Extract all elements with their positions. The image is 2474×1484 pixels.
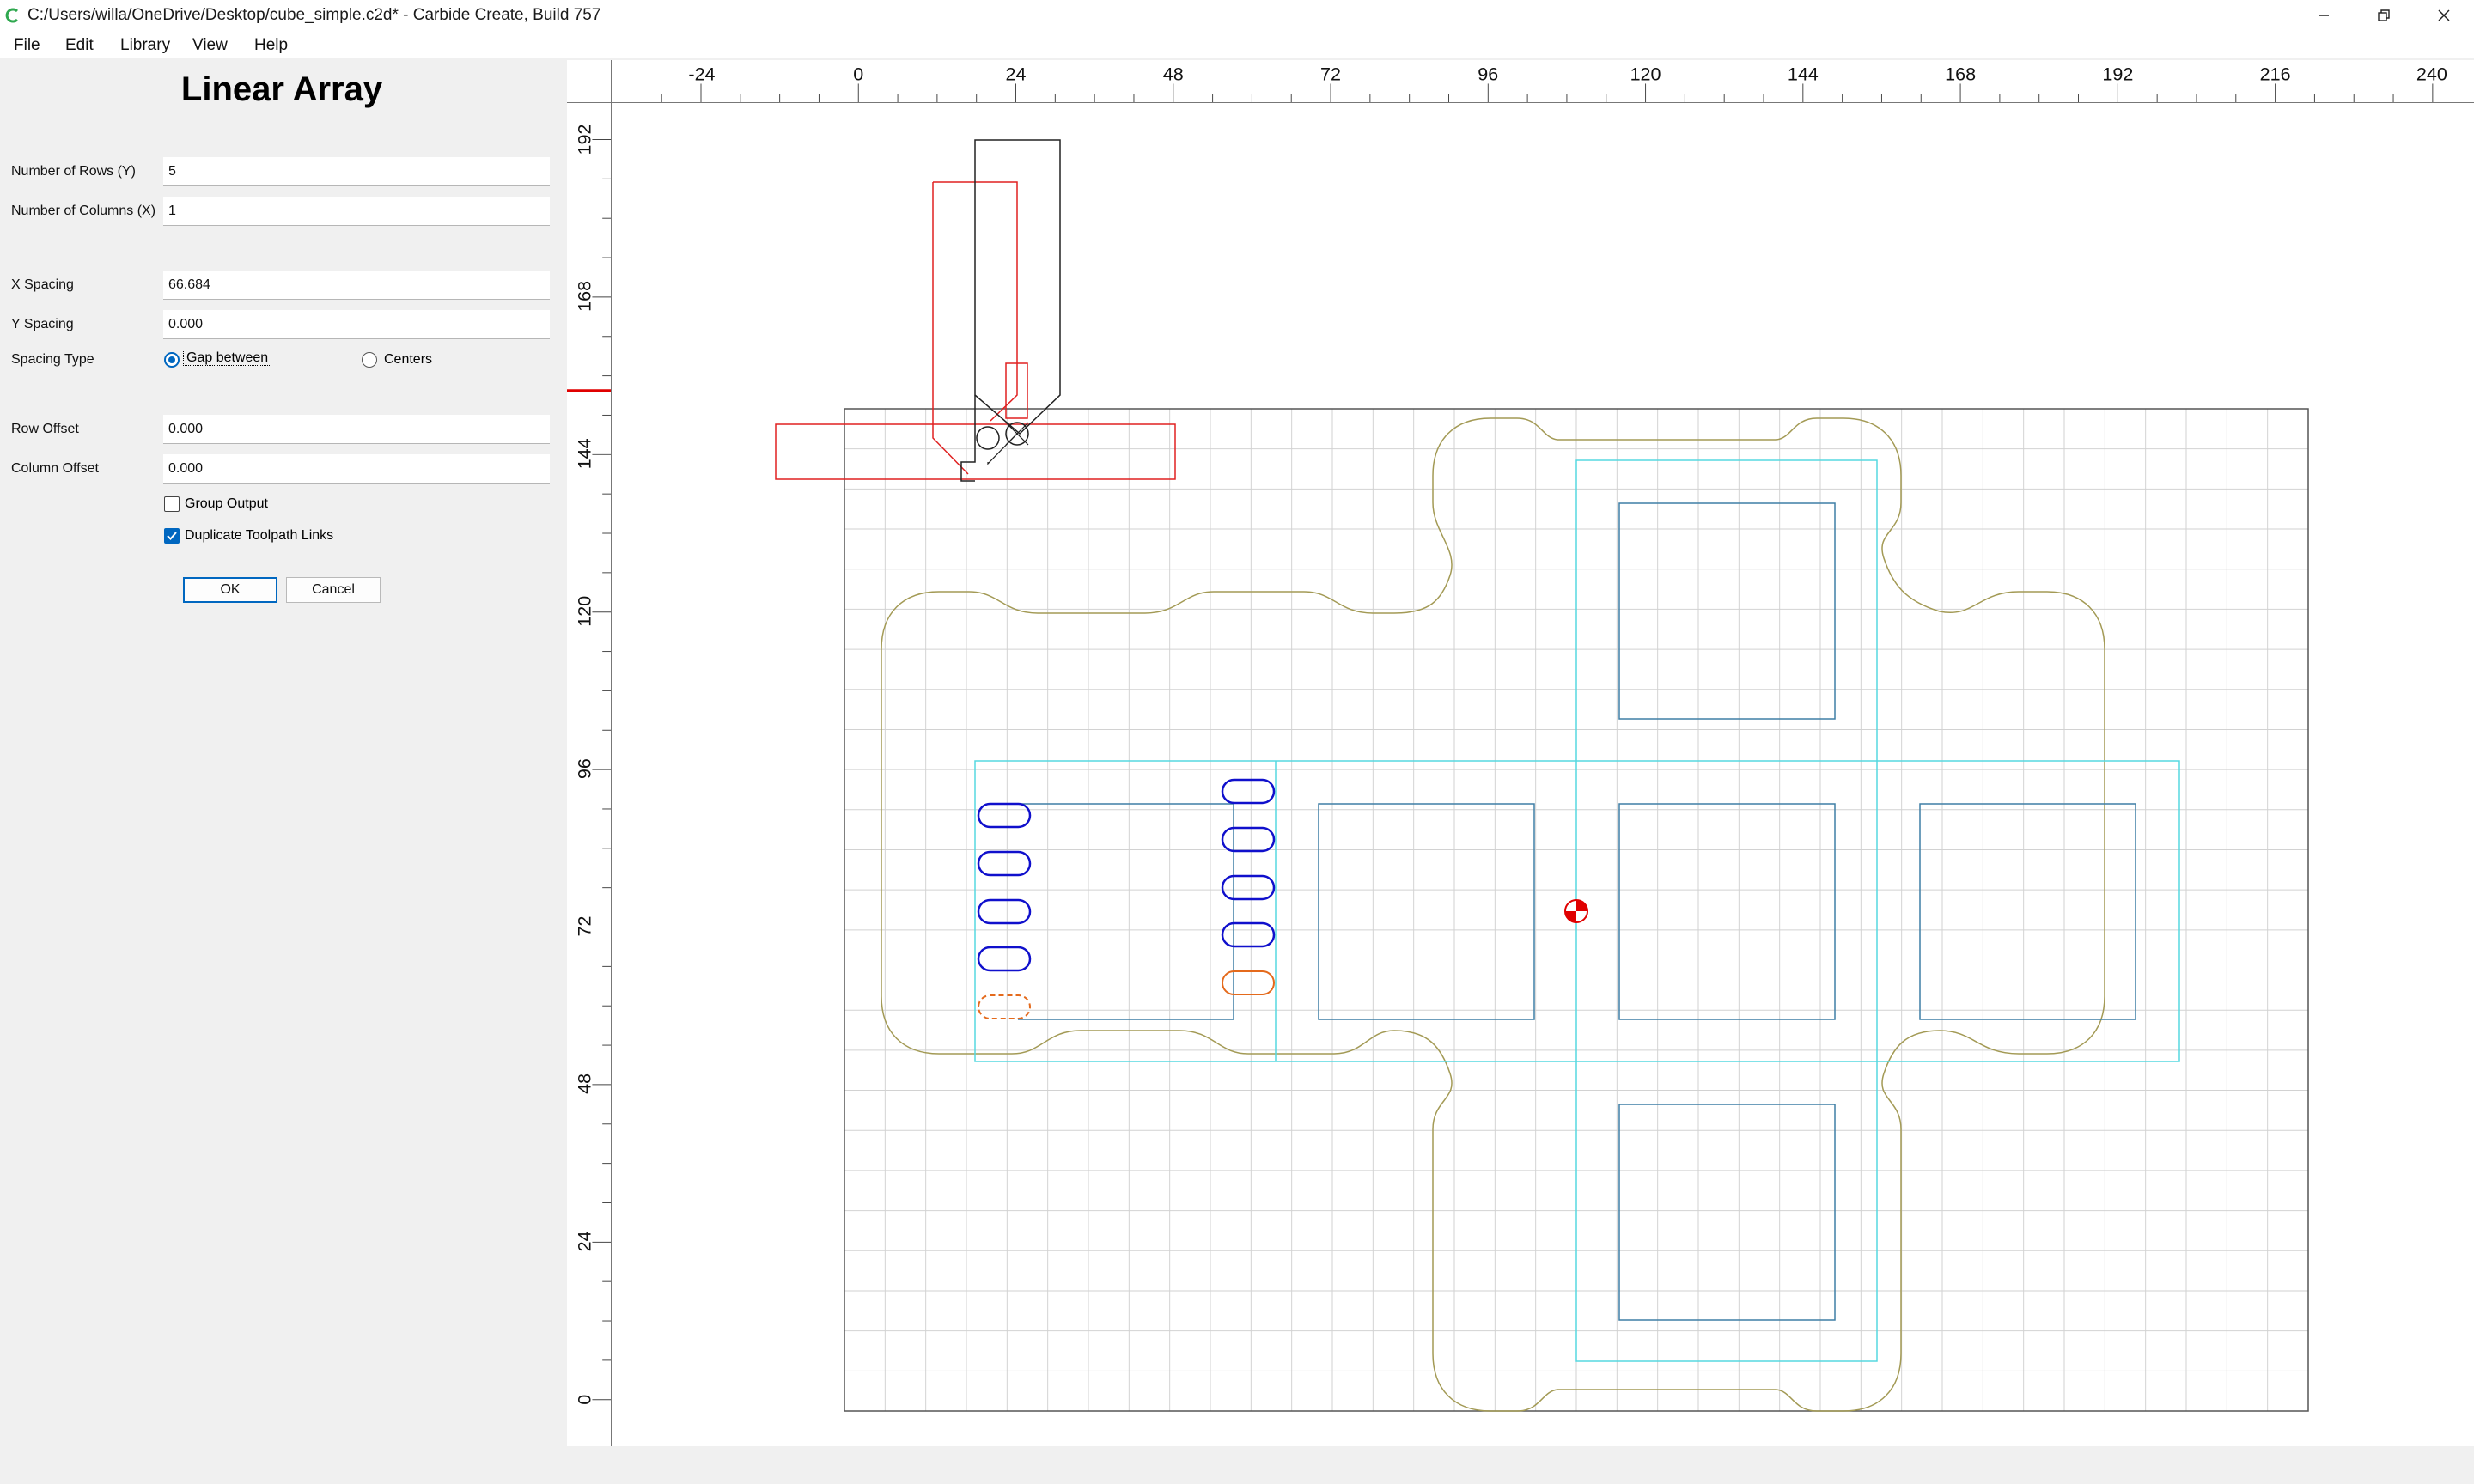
column-offset-label: Column Offset	[11, 461, 99, 476]
menu-view[interactable]: View	[187, 34, 233, 57]
slot[interactable]	[977, 946, 1032, 972]
slot[interactable]	[1221, 826, 1276, 853]
minimize-icon	[2319, 15, 2329, 16]
v-ruler-label: 120	[573, 596, 594, 627]
restore-icon	[2378, 9, 2390, 21]
columns-input[interactable]	[163, 197, 550, 226]
face-square-top	[1618, 502, 1836, 720]
slot-highlight[interactable]	[1222, 970, 1275, 995]
h-ruler-label: 192	[2102, 64, 2133, 85]
h-ruler-label: 144	[1788, 64, 1819, 85]
ruler-corner	[567, 60, 612, 103]
y-spacing-input[interactable]	[163, 310, 550, 339]
h-ruler-label: 96	[1478, 64, 1498, 85]
duplicate-toolpath-links-label[interactable]: Duplicate Toolpath Links	[185, 528, 333, 544]
minimize-button[interactable]	[2294, 0, 2354, 31]
face-square-right	[1919, 803, 2136, 1020]
checkmark-icon	[167, 532, 177, 540]
h-ruler-label: 48	[1163, 64, 1184, 85]
center-marker-icon[interactable]	[1564, 899, 1588, 923]
row-offset-label: Row Offset	[11, 422, 79, 436]
h-ruler-label: 0	[853, 64, 863, 85]
group-output-checkbox[interactable]	[164, 496, 180, 512]
slot[interactable]	[977, 802, 1032, 829]
vertical-strip-outline	[1575, 459, 1878, 1362]
h-ruler-label: 120	[1630, 64, 1661, 85]
h-ruler-label: 72	[1320, 64, 1341, 85]
tool-holder-outline	[932, 182, 969, 475]
slot[interactable]	[1221, 874, 1276, 901]
row-offset-input[interactable]	[163, 415, 550, 444]
v-ruler-label: 96	[573, 758, 594, 779]
ok-button[interactable]: OK	[183, 577, 277, 603]
slot[interactable]	[977, 850, 1032, 877]
h-ruler-label: 216	[2260, 64, 2291, 85]
x-spacing-input[interactable]	[163, 271, 550, 300]
h-ruler-label: 168	[1945, 64, 1976, 85]
window-title: C:/Users/willa/OneDrive/Desktop/cube_sim…	[27, 6, 601, 24]
v-ruler-label: 48	[573, 1073, 594, 1094]
v-ruler-label: 144	[573, 438, 594, 469]
close-icon	[2438, 9, 2450, 21]
x-spacing-label: X Spacing	[11, 277, 74, 292]
slot[interactable]	[1221, 778, 1276, 805]
menu-file[interactable]: File	[9, 34, 46, 57]
restore-button[interactable]	[2354, 0, 2414, 31]
h-ruler-label: 240	[2416, 64, 2447, 85]
y-spacing-label: Y Spacing	[11, 317, 74, 331]
group-output-label[interactable]: Group Output	[185, 496, 268, 512]
close-button[interactable]	[2414, 0, 2474, 31]
title-bar: C:/Users/willa/OneDrive/Desktop/cube_sim…	[0, 0, 2474, 31]
menu-edit[interactable]: Edit	[60, 34, 99, 57]
v-ruler-label: 24	[573, 1231, 594, 1251]
slot-dashed-highlight[interactable]	[978, 994, 1031, 1019]
pivot-circle	[976, 426, 1000, 450]
centers-label[interactable]: Centers	[384, 352, 432, 368]
gap-between-radio[interactable]	[164, 352, 180, 368]
panel-title: Linear Array	[180, 70, 383, 108]
cancel-button[interactable]: Cancel	[286, 577, 381, 603]
collet-shape	[960, 395, 976, 482]
tool-preview	[775, 139, 1176, 482]
design-canvas[interactable]	[612, 103, 2474, 1446]
linear-array-panel: Linear Array Number of Rows (Y) Number o…	[0, 60, 564, 1446]
outer-cut-outline	[881, 417, 2105, 1412]
menu-help[interactable]: Help	[249, 34, 293, 57]
h-ruler-label: 24	[1006, 64, 1027, 85]
columns-label: Number of Columns (X)	[11, 204, 156, 218]
status-bar	[0, 1446, 2474, 1484]
menu-library[interactable]: Library	[115, 34, 175, 57]
face-square-center	[1618, 803, 1836, 1020]
centers-radio[interactable]	[362, 352, 377, 368]
face-square-bottom	[1618, 1104, 1836, 1321]
v-ruler-label: 72	[573, 916, 594, 937]
vertical-ruler[interactable]: 192 168 144 120 96 72 48 24 0	[567, 103, 612, 1446]
spacing-type-label: Spacing Type	[11, 352, 94, 367]
slot[interactable]	[977, 898, 1032, 925]
horizontal-ruler[interactable]: -24 0 24 48 72 96 120 144 168 192 216 24…	[612, 60, 2474, 103]
v-ruler-label: 0	[573, 1395, 594, 1405]
face-square-left	[1318, 803, 1535, 1020]
h-ruler-label: -24	[688, 64, 715, 85]
duplicate-toolpath-links-checkbox[interactable]	[164, 528, 180, 544]
rows-input[interactable]	[163, 157, 550, 186]
tab-face-outline	[1018, 803, 1234, 1020]
gap-between-label[interactable]: Gap between	[183, 350, 272, 366]
v-ruler-label: 192	[573, 125, 594, 155]
slot[interactable]	[1221, 921, 1276, 948]
menu-bar: File Edit Library View Help	[0, 31, 2474, 58]
carbide-create-logo-icon	[5, 8, 19, 23]
v-ruler-label: 168	[573, 281, 594, 312]
rows-label: Number of Rows (Y)	[11, 164, 136, 179]
column-offset-input[interactable]	[163, 454, 550, 484]
